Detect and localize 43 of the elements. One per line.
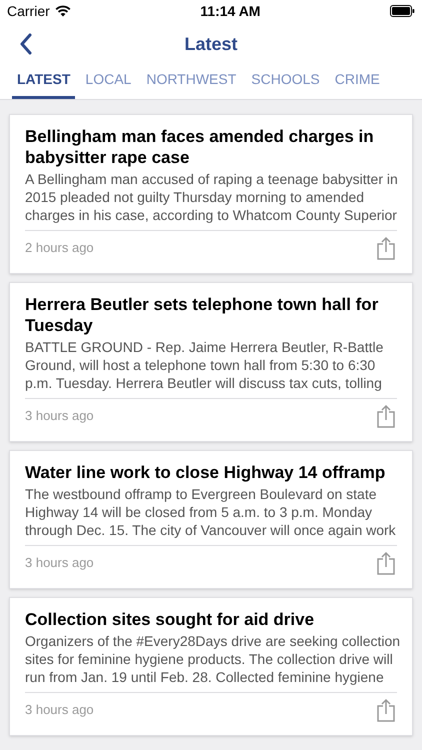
- article-time: 3 hours ago: [25, 407, 94, 426]
- share-icon: [376, 404, 396, 428]
- category-tab[interactable]: LOCAL: [80, 69, 136, 99]
- share-icon: [376, 551, 396, 575]
- article-excerpt: through Dec. 15. The city of Vancouver will once again work: [25, 521, 397, 539]
- category-tab[interactable]: CRIME: [330, 69, 385, 99]
- article-excerpt: p.m. Tuesday. Herrera Beutler will discuss tax cuts, tolling: [25, 374, 383, 392]
- share-button[interactable]: [375, 551, 397, 575]
- article-excerpt: Organizers of the #Every28Days drive are seeking collection: [25, 632, 397, 650]
- article-excerpt: Ground, will host a telephone town hall from 5:30 to 6:30: [25, 356, 376, 374]
- carrier-label: Carrier: [7, 2, 50, 20]
- status-time: 11:14 AM: [200, 2, 260, 20]
- article-time: 3 hours ago: [25, 554, 94, 572]
- article-time: 3 hours ago: [25, 701, 94, 720]
- article-excerpt: run from Jan. 19 until Feb. 28. Collected feminine hygiene: [25, 668, 385, 686]
- category-tab[interactable]: SCHOOLS: [246, 69, 325, 99]
- wifi-icon: [54, 5, 71, 17]
- article-card[interactable]: [9, 450, 413, 589]
- article-card[interactable]: [9, 282, 413, 442]
- article-title: Herrera Beutler sets telephone town hall for Tuesday: [25, 294, 380, 336]
- back-icon: [19, 33, 33, 55]
- article-time: 2 hours ago: [25, 239, 94, 258]
- article-excerpt: A Bellingham man accused of raping a teenage babysitter in: [25, 170, 397, 188]
- battery-icon: [390, 5, 415, 17]
- article-card[interactable]: [9, 114, 413, 274]
- share-button[interactable]: [375, 236, 397, 260]
- article-excerpt: Highway 14 will be closed from 5 a.m. to 3 p.m. Monday: [25, 503, 374, 521]
- article-excerpt: BATTLE GROUND - Rep. Jaime Herrera Beutler, R-Battle: [25, 338, 384, 356]
- share-button[interactable]: [375, 404, 397, 428]
- category-tab[interactable]: LATEST: [12, 69, 76, 99]
- article-excerpt: charges in his case, according to Whatcom County Superior: [25, 206, 397, 224]
- share-icon: [376, 236, 396, 260]
- share-icon: [376, 698, 396, 722]
- article-excerpt: 2015 pleaded not guilty Thursday morning to amended: [25, 188, 366, 206]
- share-button[interactable]: [375, 698, 397, 722]
- article-title: Collection sites sought for aid drive: [25, 609, 316, 630]
- article-card[interactable]: [9, 597, 413, 736]
- article-excerpt: The westbound offramp to Evergreen Boulevard on state: [25, 485, 378, 503]
- article-title: Water line work to close Highway 14 offramp: [25, 462, 386, 483]
- article-title: Bellingham man faces amended charges in babysitter rape case: [25, 126, 375, 168]
- article-excerpt: sites for feminine hygiene products. The collection drive will: [25, 650, 394, 668]
- category-tab[interactable]: NORTHWEST: [141, 69, 242, 99]
- page-title: Latest: [184, 32, 238, 56]
